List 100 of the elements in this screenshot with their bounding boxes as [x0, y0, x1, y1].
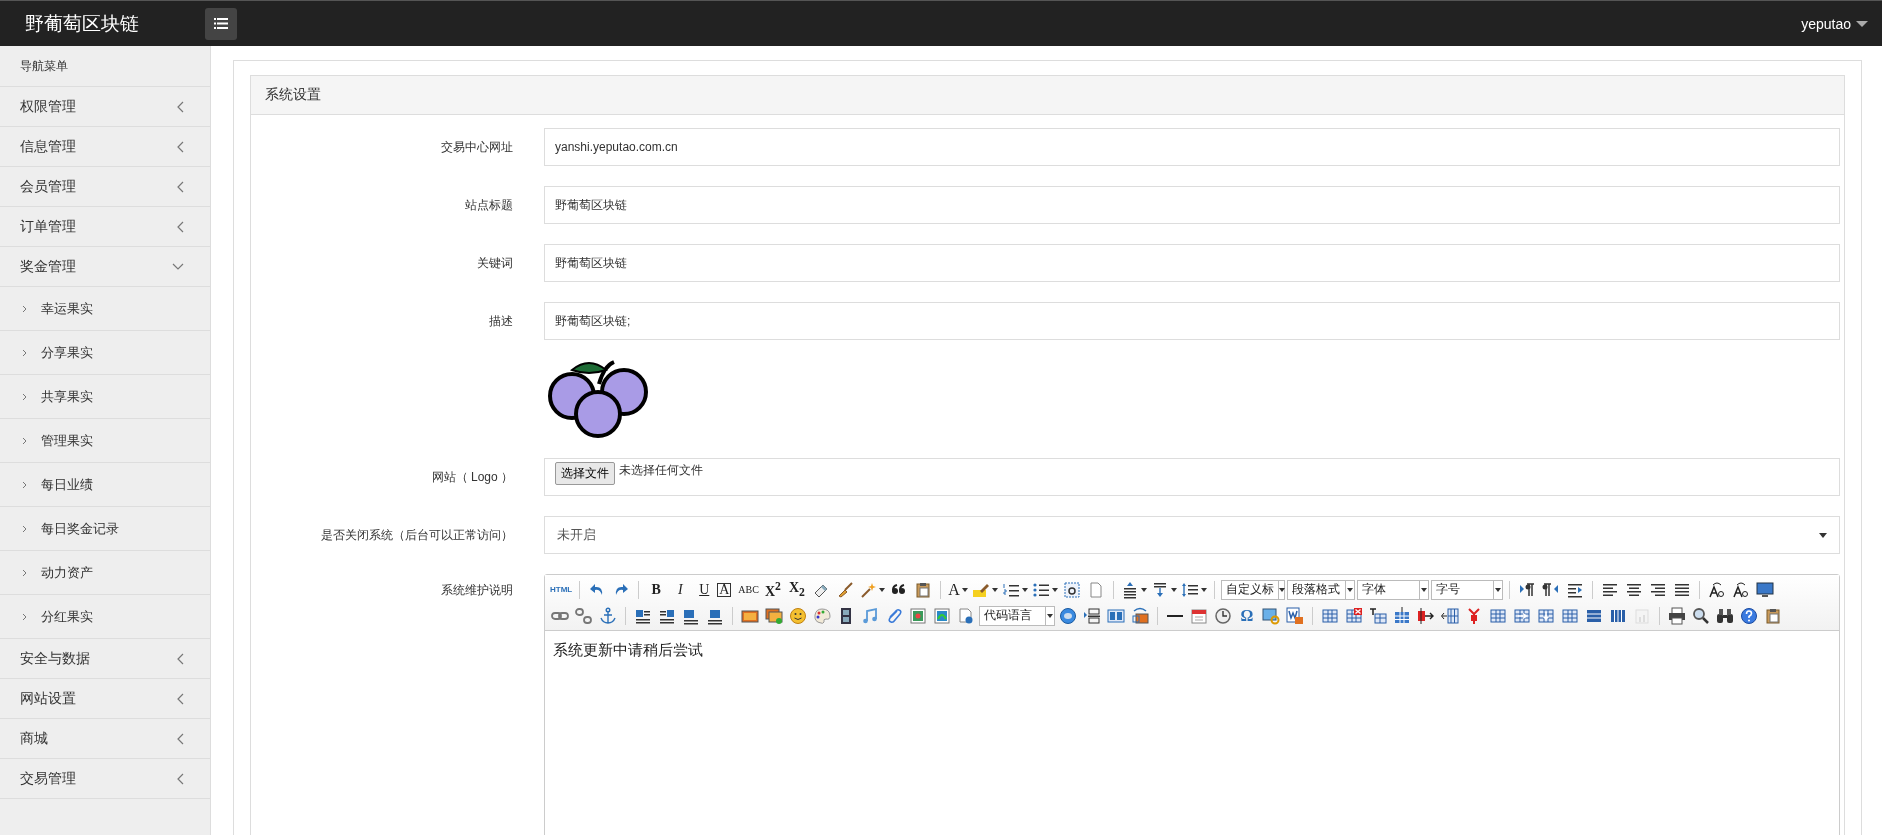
split-cells-icon[interactable] [1561, 606, 1579, 625]
sidebar-item[interactable]: 安全与数据 [0, 639, 210, 679]
chevron-right-icon [22, 348, 27, 357]
anchor-icon[interactable] [599, 606, 617, 625]
superscript-button[interactable]: X$^{2}$ [761, 578, 784, 601]
text-input[interactable]: 野葡萄区块链 [544, 186, 1840, 224]
subscript-button[interactable]: X$_{2}$ [785, 578, 808, 601]
file-input[interactable]: 选择文件 未选择任何文件 [544, 458, 1840, 496]
table-caption-icon[interactable] [1369, 606, 1387, 625]
font-case-icon[interactable] [1731, 580, 1750, 599]
field-label: 站点标题 [464, 196, 513, 214]
font-select[interactable]: 字体 [1356, 579, 1429, 600]
sidebar-item[interactable]: 商城 [0, 719, 210, 759]
word-image-icon[interactable] [1286, 606, 1304, 625]
sidebar-subitem[interactable]: 每日业绩 [0, 463, 210, 507]
special-character-button[interactable]: Ω [1236, 604, 1258, 627]
monitor-icon[interactable] [1755, 580, 1774, 599]
delete-table-icon[interactable] [1345, 606, 1363, 625]
editor-text: 系统更新中请稍后尝试 [552, 640, 704, 660]
field-label: 系统维护说明 [440, 582, 513, 599]
font-color-button[interactable]: A [946, 578, 969, 601]
sidebar-item[interactable]: 信息管理 [0, 127, 210, 167]
chevron-right-icon [22, 304, 27, 313]
heading-select[interactable]: 自定义标 [1220, 579, 1285, 600]
field-label: 交易中心网址 [440, 138, 513, 156]
html-button[interactable]: HTML [549, 578, 574, 601]
sidebar-subitem[interactable]: 分红果实 [0, 595, 210, 639]
select-field[interactable]: 未开启 [544, 516, 1840, 554]
site-title: 野葡萄区块链 [24, 11, 140, 36]
sidebar-subitem[interactable]: 共享果实 [0, 375, 210, 419]
scrawl-icon[interactable] [1262, 606, 1280, 625]
sidebar-subitem[interactable]: 动力资产 [0, 551, 210, 595]
globe-icon[interactable] [1059, 606, 1077, 625]
merge-right-icon[interactable] [1513, 606, 1531, 625]
clipboard-icon[interactable] [913, 580, 932, 599]
chevron-right-icon [22, 568, 27, 577]
sidebar-subitem[interactable]: 管理果实 [0, 419, 210, 463]
text-input[interactable]: 野葡萄区块链; [544, 302, 1840, 340]
underline-button[interactable]: U [693, 578, 716, 601]
border-button[interactable]: A [717, 582, 732, 597]
frame-icon[interactable] [957, 606, 975, 625]
chevron-right-icon [22, 612, 27, 621]
insert-column-icon[interactable] [1441, 606, 1459, 625]
calendar-icon[interactable] [1190, 606, 1208, 625]
sidebar-item[interactable]: 权限管理 [0, 87, 210, 127]
palette-icon[interactable] [813, 606, 831, 625]
strikethrough-button[interactable]: ABC [737, 578, 760, 601]
help-icon[interactable] [1740, 606, 1758, 625]
left-to-right-icon[interactable] [1517, 580, 1536, 599]
template-icon[interactable] [1107, 606, 1125, 625]
sidebar-item[interactable]: 订单管理 [0, 207, 210, 247]
paste-icon[interactable] [1764, 606, 1782, 625]
code-language-select[interactable]: 代码语言 [979, 605, 1055, 626]
user-menu[interactable]: yeputao [1801, 15, 1868, 32]
page-break-icon[interactable] [1083, 606, 1101, 625]
font-size-select[interactable]: 字号 [1430, 579, 1503, 600]
menu-icon[interactable] [214, 18, 228, 29]
unlink-icon[interactable] [575, 606, 593, 625]
clock-icon[interactable] [1214, 606, 1232, 625]
font-case-icon[interactable] [1707, 580, 1726, 599]
text-input[interactable]: 野葡萄区块链 [544, 244, 1840, 282]
panel-heading: 系统设置 [251, 76, 1844, 115]
smiley-icon[interactable] [789, 606, 807, 625]
bold-button[interactable]: B [645, 578, 668, 601]
text-input[interactable]: yanshi.yeputao.com.cn [544, 128, 1840, 166]
field-label: 是否关闭系统（后台可以正常访问） [320, 526, 513, 544]
choose-file-button[interactable]: 选择文件 [555, 462, 615, 485]
paragraph-select[interactable]: 段落格式 [1286, 579, 1355, 600]
merge-down-icon[interactable] [1537, 606, 1555, 625]
sidebar-subitem[interactable]: 每日奖金记录 [0, 507, 210, 551]
binoculars-icon[interactable] [1716, 606, 1734, 625]
rich-text-editor[interactable]: HTML B I U A ABC X$^{2}$ X$_{2}$ A 自定义标 段落格式 字体 字号 代码语言 Ω 系统更新中请稍后尝试 [544, 574, 1840, 835]
sidebar-item[interactable]: 交易管理 [0, 759, 210, 799]
chevron-right-icon [22, 392, 27, 401]
sidebar-item[interactable]: 奖金管理 [0, 247, 210, 287]
table-icon[interactable] [1321, 606, 1339, 625]
background-icon[interactable] [1131, 606, 1149, 625]
boxed-letter-icon[interactable] [1062, 580, 1081, 599]
italic-button[interactable]: I [669, 578, 692, 601]
sidebar-item[interactable]: 会员管理 [0, 167, 210, 207]
field-label: 网站（ Logo ） [430, 468, 513, 486]
preview-icon[interactable] [1692, 606, 1710, 625]
paperclip-icon[interactable] [885, 606, 903, 625]
map-icon[interactable] [933, 606, 951, 625]
multi-image-icon[interactable] [765, 606, 783, 625]
sidebar-subitem[interactable]: 幸运果实 [0, 287, 210, 331]
map-icon[interactable] [909, 606, 927, 625]
delete-column-icon[interactable] [1465, 606, 1483, 625]
right-to-left-icon[interactable] [1541, 580, 1560, 599]
insert-row-icon[interactable] [1393, 606, 1411, 625]
merge-cells-icon[interactable] [1489, 606, 1507, 625]
sidebar-item[interactable]: 网站设置 [0, 679, 210, 719]
delete-row-icon[interactable] [1417, 606, 1435, 625]
sidebar-subitem[interactable]: 分享果实 [0, 331, 210, 375]
chevron-right-icon [22, 480, 27, 489]
field-label: 关键词 [476, 254, 513, 272]
sidebar-heading: 导航菜单 [0, 46, 210, 87]
print-icon[interactable] [1668, 606, 1686, 625]
music-note-icon[interactable] [861, 606, 879, 625]
menu-button[interactable] [205, 7, 237, 40]
